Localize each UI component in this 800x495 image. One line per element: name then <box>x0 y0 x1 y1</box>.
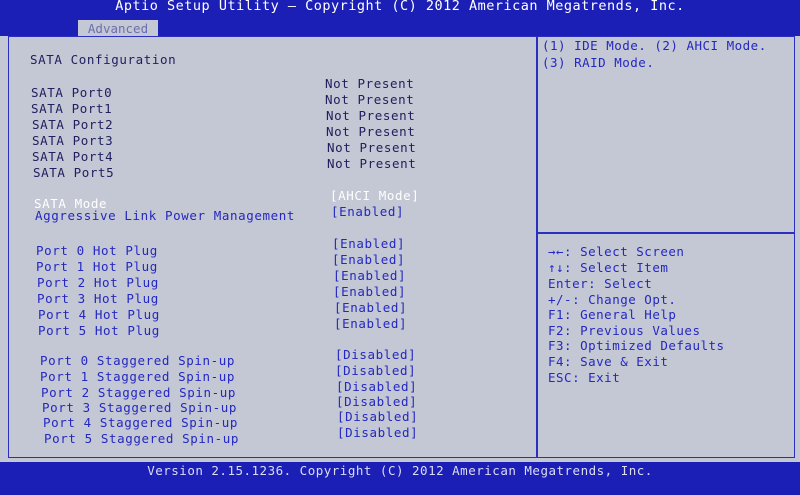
key-hint: ↑↓: Select Item <box>548 260 669 275</box>
help-text: (1) IDE Mode. (2) AHCI Mode. <box>542 38 767 53</box>
key-hint: F1: General Help <box>548 307 677 322</box>
key-hint: +/-: Change Opt. <box>548 292 677 307</box>
spin-up-label[interactable]: Port 0 Staggered Spin-up <box>40 353 235 368</box>
bios-screen: Aptio Setup Utility – Copyright (C) 2012… <box>0 0 800 495</box>
footer-bar: Version 2.15.1236. Copyright (C) 2012 Am… <box>0 462 800 495</box>
title-bar: Aptio Setup Utility – Copyright (C) 2012… <box>0 0 800 36</box>
key-hint: F3: Optimized Defaults <box>548 338 725 353</box>
hot-plug-label[interactable]: Port 5 Hot Plug <box>38 323 160 338</box>
sata-port-value: Not Present <box>326 108 416 123</box>
sata-port-label: SATA Port3 <box>32 133 114 148</box>
sata-port-label: SATA Port0 <box>31 85 113 100</box>
sata-port-value: Not Present <box>325 76 415 91</box>
spin-up-select[interactable]: [Disabled] <box>336 379 417 394</box>
sata-port-label: SATA Port2 <box>32 117 114 132</box>
spin-up-label[interactable]: Port 2 Staggered Spin-up <box>41 385 236 400</box>
hot-plug-select[interactable]: [Enabled] <box>332 252 405 267</box>
sata-port-label: SATA Port4 <box>32 149 114 164</box>
hot-plug-label[interactable]: Port 1 Hot Plug <box>36 259 158 274</box>
sata-port-value: Not Present <box>326 124 416 139</box>
vertical-divider <box>536 36 538 458</box>
spin-up-label[interactable]: Port 3 Staggered Spin-up <box>42 400 237 415</box>
hot-plug-select[interactable]: [Enabled] <box>332 236 405 251</box>
sata-port-value: Not Present <box>327 156 417 171</box>
section-title: SATA Configuration <box>30 52 177 67</box>
spin-up-label[interactable]: Port 4 Staggered Spin-up <box>43 415 238 430</box>
spin-up-label[interactable]: Port 5 Staggered Spin-up <box>44 431 239 446</box>
hot-plug-select[interactable]: [Enabled] <box>334 300 407 315</box>
spin-up-select[interactable]: [Disabled] <box>336 394 417 409</box>
hot-plug-select[interactable]: [Enabled] <box>333 284 406 299</box>
key-hint: ESC: Exit <box>548 370 621 385</box>
hot-plug-label[interactable]: Port 0 Hot Plug <box>36 243 158 258</box>
hot-plug-select[interactable]: [Enabled] <box>334 316 407 331</box>
spin-up-select[interactable]: [Disabled] <box>337 425 418 440</box>
sata-port-label: SATA Port5 <box>33 165 115 180</box>
key-hint: →←: Select Screen <box>548 244 685 259</box>
sata-port-value: Not Present <box>327 140 417 155</box>
window-title: Aptio Setup Utility – Copyright (C) 2012… <box>115 0 685 14</box>
key-hint: F4: Save & Exit <box>548 354 669 369</box>
hot-plug-label[interactable]: Port 3 Hot Plug <box>37 291 159 306</box>
spin-up-select[interactable]: [Disabled] <box>335 347 416 362</box>
alpm-select[interactable]: [Enabled] <box>331 204 404 219</box>
sata-port-value: Not Present <box>325 92 415 107</box>
help-text: (3) RAID Mode. <box>542 55 655 70</box>
hot-plug-label[interactable]: Port 2 Hot Plug <box>37 275 159 290</box>
tab-advanced[interactable]: Advanced <box>78 20 158 36</box>
spin-up-label[interactable]: Port 1 Staggered Spin-up <box>40 369 235 384</box>
horizontal-divider <box>537 232 795 234</box>
version-text: Version 2.15.1236. Copyright (C) 2012 Am… <box>147 463 653 478</box>
key-hint: Enter: Select <box>548 276 653 291</box>
sata-mode-select[interactable]: [AHCI Mode] <box>330 188 419 203</box>
key-hint: F2: Previous Values <box>548 323 701 338</box>
sata-port-label: SATA Port1 <box>31 101 113 116</box>
spin-up-select[interactable]: [Disabled] <box>335 363 416 378</box>
spin-up-select[interactable]: [Disabled] <box>337 409 418 424</box>
hot-plug-select[interactable]: [Enabled] <box>333 268 406 283</box>
hot-plug-label[interactable]: Port 4 Hot Plug <box>38 307 160 322</box>
alpm-label[interactable]: Aggressive Link Power Management <box>35 208 295 223</box>
